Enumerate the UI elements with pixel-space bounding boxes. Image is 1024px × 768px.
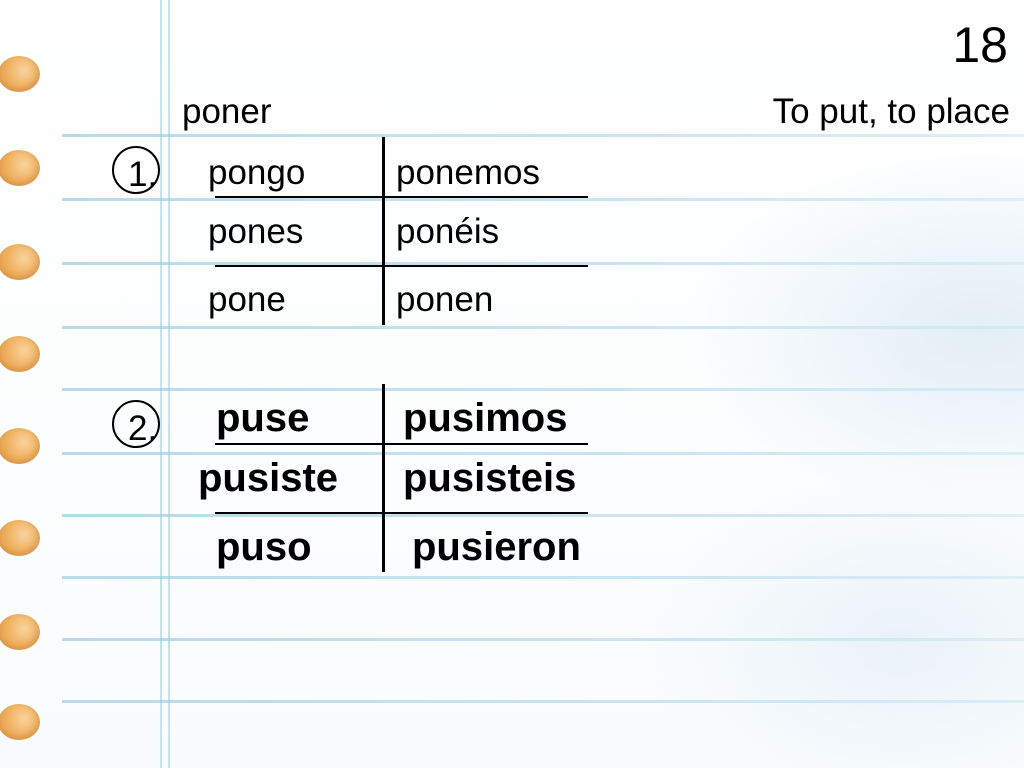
margin-line [160,0,162,768]
conjugation-cell: ponéis [396,212,500,251]
conjugation-cell: puse [216,396,310,440]
ruled-line [62,134,1024,137]
binder-ring-dot [0,56,40,92]
binder-ring-dot [0,428,40,464]
ruled-line [62,576,1024,579]
binder-ring-dot [0,704,40,740]
ruled-line [62,638,1024,641]
binder-ring-dot [0,244,40,280]
ruled-line [62,452,1024,455]
verb-title: poner [182,92,272,131]
conjugation-divider-vertical [382,137,385,325]
ruled-line [62,700,1024,703]
conjugation-cell: pusimos [403,396,568,440]
margin-line [168,0,170,768]
conjugation-cell: pusisteis [403,456,577,500]
conjugation-cell: ponen [396,280,494,319]
conjugation-cell: puso [216,525,312,569]
conjugation-cell: ponemos [396,153,540,192]
conjugation-divider-horizontal [215,196,588,198]
conjugation-divider-horizontal [215,512,588,514]
conjugation-cell: pone [208,280,286,319]
conjugation-cell: pusieron [412,525,581,569]
section-number: 1. [128,155,158,194]
conjugation-cell: pongo [208,153,306,192]
conjugation-divider-horizontal [215,443,588,445]
binder-ring-dot [0,520,40,556]
section-number: 2. [128,409,158,448]
page-number: 18 [952,17,1008,73]
ruled-line [62,326,1024,329]
binder-ring-dot [0,150,40,186]
conjugation-divider-vertical [382,384,385,572]
conjugation-cell: pusiste [198,456,339,500]
ruled-line [62,198,1024,201]
ruled-line [62,514,1024,517]
binder-ring-dot [0,614,40,650]
conjugation-cell: pones [208,212,304,251]
verb-translation: To put, to place [772,92,1010,131]
conjugation-divider-horizontal [215,265,588,267]
binder-ring-dot [0,336,40,372]
notebook-page: 18 poner To put, to place 1. pongo ponem… [0,0,1024,768]
ruled-line [62,388,1024,391]
